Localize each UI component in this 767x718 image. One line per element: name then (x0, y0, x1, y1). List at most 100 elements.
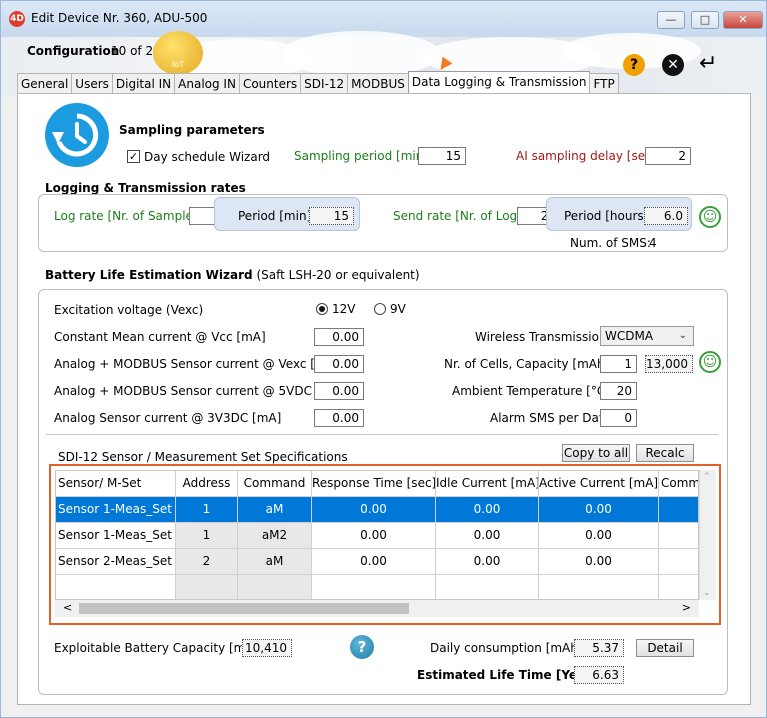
vertical-scrollbar[interactable]: ⌃ ⌄ (699, 470, 716, 600)
horizontal-scrollbar[interactable]: < > (55, 600, 699, 617)
analog-modbus-vexc-input[interactable]: 0.00 (314, 355, 364, 373)
excitation-label: Excitation voltage (Vexc) (54, 303, 204, 317)
table-row[interactable]: Sensor 1-Meas_Set 2 1 aM2 0.00 0.00 0.00 (56, 523, 698, 549)
alarm-sms-input[interactable]: 0 (600, 409, 637, 427)
analog-3v3-input[interactable]: 0.00 (314, 409, 364, 427)
radio-9v-dot[interactable] (374, 303, 386, 315)
close-window-button[interactable]: ✕ (723, 11, 763, 29)
day-schedule-checkbox[interactable]: ✓ (127, 150, 140, 163)
ai-delay-input[interactable]: 2 (645, 147, 691, 165)
table-cell[interactable] (176, 575, 238, 599)
column-header[interactable]: Command (238, 471, 312, 497)
scroll-left-icon[interactable]: < (63, 601, 72, 614)
column-header[interactable]: Address (176, 471, 238, 497)
table-cell[interactable] (659, 549, 698, 575)
battery-title: Battery Life Estimation Wizard (Saft LSH… (45, 268, 420, 282)
column-header[interactable]: Response Time [sec] (312, 471, 436, 497)
return-icon[interactable]: ↵ (699, 52, 717, 76)
table-cell[interactable] (238, 575, 312, 599)
table-cell[interactable]: 0.00 (436, 523, 539, 549)
table-cell[interactable]: Sensor 1-Meas_Set 0 (56, 497, 176, 523)
tab-modbus[interactable]: MODBUS (347, 73, 409, 94)
ai-delay-label: AI sampling delay [sec] (516, 149, 657, 163)
table-cell[interactable]: aM2 (238, 523, 312, 549)
detail-button[interactable]: Detail (636, 639, 694, 657)
app-icon: 4D (9, 11, 25, 27)
tab-ftp[interactable]: FTP (589, 73, 619, 94)
tab-data-logging[interactable]: Data Logging & Transmission (407, 71, 591, 94)
column-header[interactable]: Idle Current [mA] (436, 471, 539, 497)
scroll-up-icon[interactable]: ⌃ (703, 472, 711, 482)
help-icon[interactable]: ? (623, 54, 645, 76)
radio-12v[interactable]: 12V (316, 302, 355, 316)
column-header[interactable]: Comm (659, 471, 698, 497)
sampling-title: Sampling parameters (119, 123, 265, 137)
table-cell[interactable]: 0.00 (436, 497, 539, 523)
const-current-input[interactable]: 0.00 (314, 328, 364, 346)
table-cell[interactable]: 0.00 (539, 497, 659, 523)
tab-counters[interactable]: Counters (238, 73, 302, 94)
minimize-button[interactable]: — (657, 11, 685, 29)
table-cell[interactable]: 1 (176, 497, 238, 523)
table-cell[interactable]: 0.00 (539, 549, 659, 575)
table-cell[interactable]: 2 (176, 549, 238, 575)
tab-analog-in[interactable]: Analog IN (174, 73, 240, 94)
smiley-ok-icon: ☺ (699, 206, 721, 228)
copy-to-all-button[interactable]: Copy to all (562, 444, 630, 462)
analog-modbus-5v-label: Analog + MODBUS Sensor current @ 5VDC [m… (54, 384, 346, 398)
sdi12-table[interactable]: Sensor/ M-Set Address Command Response T… (55, 470, 699, 600)
tab-digital-in[interactable]: Digital IN (111, 73, 176, 94)
send-rate-label: Send rate [Nr. of Logs] (393, 209, 529, 223)
configuration-label: Configuration (27, 44, 120, 58)
window-title: Edit Device Nr. 360, ADU-500 (31, 11, 208, 25)
battery-title-rest: (Saft LSH-20 or equivalent) (256, 268, 420, 282)
table-cell[interactable]: Sensor 2-Meas_Set 0 (56, 549, 176, 575)
scroll-right-icon[interactable]: > (682, 601, 691, 614)
table-cell[interactable] (539, 575, 659, 599)
table-cell[interactable]: 0.00 (312, 549, 436, 575)
table-row[interactable]: Sensor 1-Meas_Set 0 1 aM 0.00 0.00 0.00 (56, 497, 698, 523)
num-sms-value: 4 (649, 236, 657, 250)
tab-general[interactable]: General (17, 73, 73, 94)
table-cell[interactable] (56, 575, 176, 599)
maximize-button[interactable]: □ (691, 11, 719, 29)
table-cell[interactable]: aM (238, 549, 312, 575)
scroll-thumb[interactable] (79, 603, 409, 614)
logging-title: Logging & Transmission rates (45, 181, 246, 195)
table-cell[interactable]: 0.00 (539, 523, 659, 549)
column-header[interactable]: Active Current [mA] (539, 471, 659, 497)
ambient-input[interactable]: 20 (600, 382, 637, 400)
cells-label: Nr. of Cells, Capacity [mAh] (444, 357, 610, 371)
table-cell[interactable] (659, 575, 698, 599)
exploitable-value: 10,410 (242, 639, 292, 657)
cells-input[interactable]: 1 (600, 355, 637, 373)
table-cell[interactable]: Sensor 1-Meas_Set 2 (56, 523, 176, 549)
wireless-select[interactable]: WCDMA ⌄ (600, 326, 694, 346)
table-cell[interactable] (659, 497, 698, 523)
sdi12-title: SDI-12 Sensor / Measurement Set Specific… (58, 450, 348, 464)
exploitable-label: Exploitable Battery Capacity [mAh] (54, 641, 266, 655)
radio-9v[interactable]: 9V (374, 302, 406, 316)
table-cell[interactable]: 0.00 (436, 549, 539, 575)
table-cell[interactable] (312, 575, 436, 599)
table-cell[interactable]: 1 (176, 523, 238, 549)
table-row[interactable]: Sensor 2-Meas_Set 0 2 aM 0.00 0.00 0.00 (56, 549, 698, 575)
tab-users[interactable]: Users (71, 73, 113, 94)
table-row[interactable] (56, 575, 698, 599)
scroll-down-icon[interactable]: ⌄ (703, 588, 711, 598)
sampling-period-input[interactable]: 15 (418, 147, 466, 165)
tab-sdi-12[interactable]: SDI-12 (300, 73, 349, 94)
table-cell[interactable] (659, 523, 698, 549)
chevron-down-icon: ⌄ (678, 330, 687, 341)
radio-12v-dot[interactable] (316, 303, 328, 315)
table-cell[interactable]: 0.00 (312, 523, 436, 549)
table-cell[interactable] (436, 575, 539, 599)
help-question-icon[interactable]: ? (350, 635, 374, 659)
close-circle-icon[interactable]: ✕ (662, 54, 684, 76)
battery-title-bold: Battery Life Estimation Wizard (45, 268, 253, 282)
recalc-button[interactable]: Recalc (636, 444, 694, 462)
table-cell[interactable]: aM (238, 497, 312, 523)
column-header[interactable]: Sensor/ M-Set (56, 471, 176, 497)
analog-modbus-5v-input[interactable]: 0.00 (314, 382, 364, 400)
table-cell[interactable]: 0.00 (312, 497, 436, 523)
